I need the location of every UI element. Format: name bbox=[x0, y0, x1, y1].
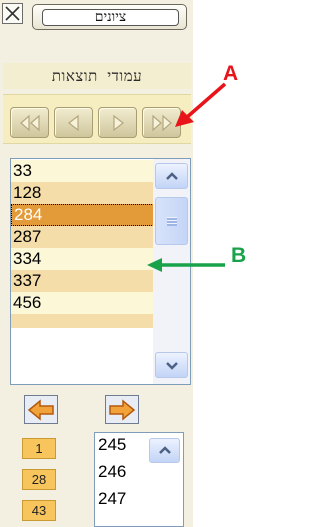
previous-page-button[interactable] bbox=[54, 107, 93, 138]
list-item-selected[interactable]: 284 bbox=[11, 204, 154, 226]
first-page-button[interactable] bbox=[10, 107, 49, 138]
forward-arrow-button[interactable] bbox=[105, 395, 139, 424]
scroll-down-button[interactable] bbox=[155, 352, 188, 378]
annotation-b-arrow bbox=[147, 258, 225, 272]
scroll-grip bbox=[166, 216, 177, 226]
chevron-down-icon bbox=[165, 361, 178, 370]
left-arrow-icon bbox=[67, 114, 79, 131]
chevron-up-icon bbox=[158, 446, 171, 454]
close-button[interactable] bbox=[2, 3, 23, 24]
list-item[interactable]: 245 bbox=[98, 435, 126, 455]
right-arrow-icon bbox=[112, 114, 124, 131]
list-item[interactable]: 246 bbox=[98, 462, 126, 482]
page-number-chip[interactable]: 1 bbox=[22, 438, 56, 459]
list-item[interactable]: 456 bbox=[11, 292, 154, 314]
list-item[interactable]: 334 bbox=[11, 248, 154, 270]
list-item[interactable]: 287 bbox=[11, 226, 154, 248]
page-navigation-strip bbox=[3, 94, 191, 144]
annotation-a-arrow bbox=[175, 82, 227, 127]
page-numbers-column: 1 28 43 bbox=[18, 432, 60, 527]
annotation-b-label: B bbox=[231, 244, 247, 267]
list-item[interactable]: 247 bbox=[98, 489, 126, 509]
close-icon bbox=[5, 6, 20, 21]
orange-left-arrow-icon bbox=[27, 398, 54, 421]
double-left-arrow-icon bbox=[19, 114, 40, 131]
page-list[interactable]: 245 246 247 bbox=[94, 432, 184, 527]
grades-button[interactable]: ציונים bbox=[32, 4, 187, 30]
list-item[interactable]: 33 bbox=[11, 160, 154, 182]
chevron-up-icon bbox=[165, 171, 178, 180]
scroll-up-button[interactable] bbox=[155, 163, 188, 189]
list-item-partial[interactable] bbox=[11, 314, 154, 328]
list-item[interactable]: 128 bbox=[11, 182, 154, 204]
orange-right-arrow-icon bbox=[109, 398, 136, 421]
result-pages-title: עמודי תוצאות bbox=[3, 63, 191, 89]
back-arrow-button[interactable] bbox=[24, 395, 58, 424]
page-number-chip[interactable]: 28 bbox=[22, 469, 56, 490]
page-number-chip[interactable]: 43 bbox=[22, 500, 56, 521]
page-list-scroll-up[interactable] bbox=[149, 438, 180, 463]
grades-button-label: ציונים bbox=[42, 9, 179, 26]
next-page-button[interactable] bbox=[98, 107, 137, 138]
list-item[interactable]: 337 bbox=[11, 270, 154, 292]
scroll-thumb[interactable] bbox=[155, 197, 188, 245]
